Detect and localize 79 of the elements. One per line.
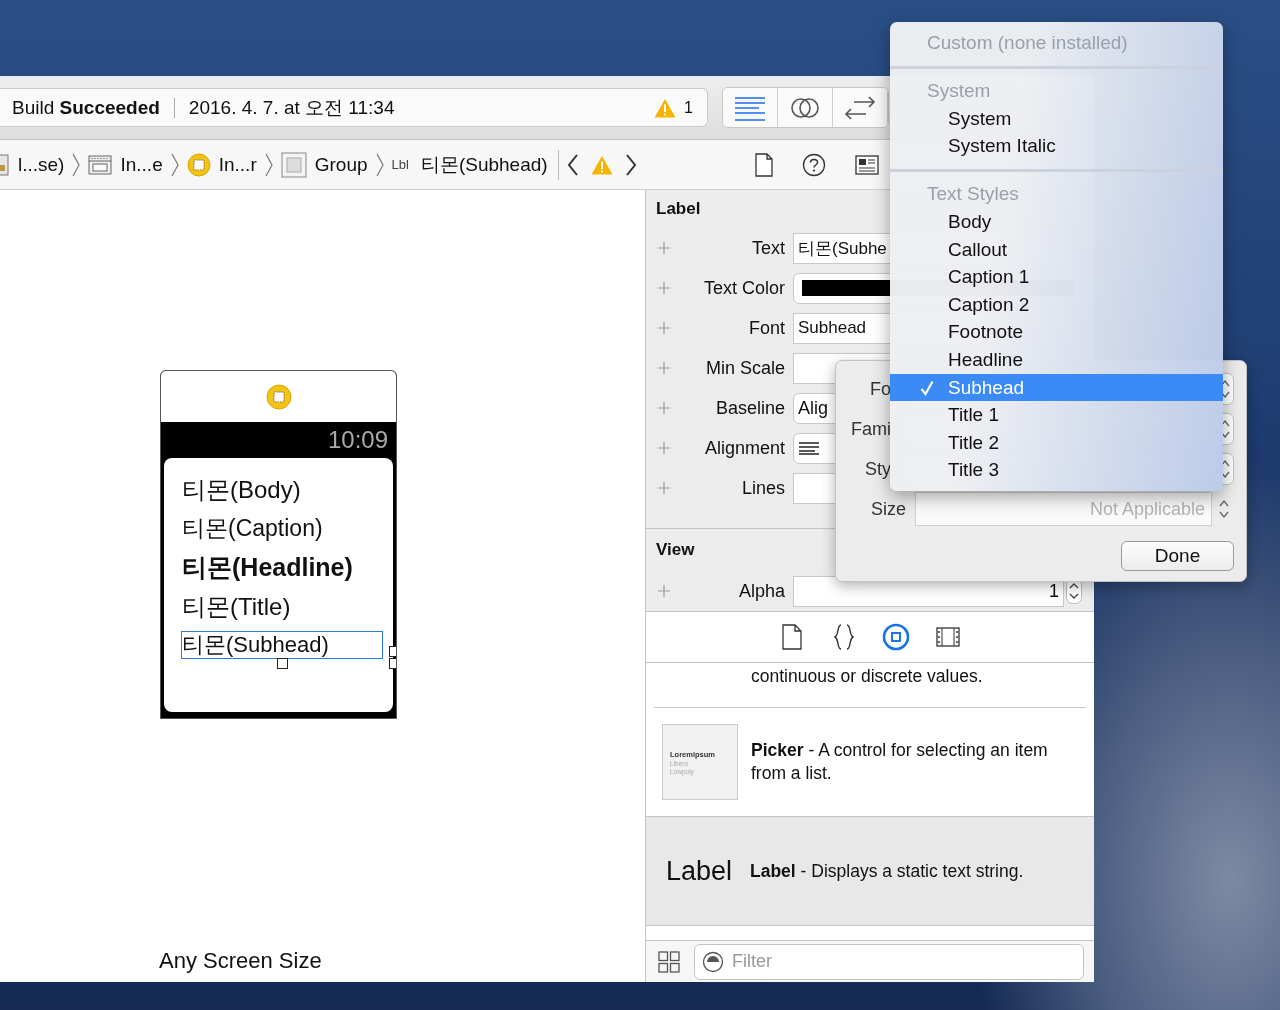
build-status: Build Succeeded xyxy=(12,96,160,119)
watch-label[interactable]: 티몬(Subhead) xyxy=(181,631,383,659)
done-button[interactable]: Done xyxy=(1121,541,1234,571)
group-icon xyxy=(280,151,307,178)
field-label: Baseline xyxy=(714,397,785,419)
menu-header: System xyxy=(927,80,991,102)
breadcrumb-item[interactable]: Group xyxy=(314,153,368,176)
chevron-icon xyxy=(374,151,385,178)
document-icon xyxy=(0,152,10,177)
file-icon[interactable] xyxy=(755,152,773,177)
field-label: Font xyxy=(747,317,785,339)
item-description: continuous or discrete values. xyxy=(751,665,984,688)
braces-icon xyxy=(834,624,854,650)
chevron-icon xyxy=(263,151,274,178)
menu-item[interactable]: Callout xyxy=(890,235,1223,264)
section-title: Label xyxy=(656,199,701,219)
watch-label[interactable]: 티몬(Caption) xyxy=(181,509,383,548)
menu-item[interactable]: Footnote xyxy=(890,318,1223,347)
controller-icon xyxy=(186,152,211,177)
resize-handle[interactable] xyxy=(277,658,288,669)
file-icon xyxy=(782,624,802,650)
menu-item[interactable]: Caption 2 xyxy=(890,290,1223,319)
item-description: Picker - A control for selecting an item from a list. xyxy=(751,739,1049,785)
menu-header: Custom (none installed) xyxy=(927,32,1128,54)
warning-count: 1 xyxy=(684,98,693,117)
menu-item[interactable]: System Italic xyxy=(890,132,1223,161)
menu-item[interactable]: System xyxy=(890,105,1223,133)
breadcrumb-item[interactable]: In...r xyxy=(218,153,257,176)
field-label: Text Color xyxy=(702,277,785,299)
field-label: Text xyxy=(751,237,785,259)
size-class-label: Any Screen Size xyxy=(159,948,323,974)
arrows-icon xyxy=(844,94,876,121)
align-left-icon xyxy=(798,441,820,455)
menu-header: Text Styles xyxy=(927,183,1019,206)
menu-item[interactable]: Title 3 xyxy=(890,456,1223,485)
menu-item[interactable]: Headline xyxy=(890,346,1223,374)
warning-icon xyxy=(590,154,613,175)
library-item[interactable]: Label Label - Displays a static text string. xyxy=(646,816,1094,926)
editor-mode-button[interactable] xyxy=(723,88,778,127)
chevron-left-icon[interactable] xyxy=(566,152,579,177)
menu-item[interactable]: Caption 1 xyxy=(890,263,1223,291)
attributes-icon[interactable] xyxy=(855,154,879,175)
field-label: Alpha xyxy=(737,580,785,602)
checkmark-icon xyxy=(920,379,934,396)
section-title: View xyxy=(656,540,695,560)
watch-label[interactable]: 티몬(Body) xyxy=(181,470,383,509)
build-timestamp: 2016. 4. 7. at 오전 11:34 xyxy=(188,95,395,120)
field-label: Alignment xyxy=(703,437,785,459)
field-label: Sty xyxy=(864,458,891,480)
window-icon xyxy=(88,153,113,176)
chevron-icon xyxy=(71,151,82,178)
label-tag: Lbl xyxy=(391,157,409,172)
chevron-right-icon[interactable] xyxy=(624,152,637,177)
breadcrumb-item[interactable]: In...e xyxy=(120,153,163,176)
label-preview: Label xyxy=(666,855,732,887)
help-icon[interactable] xyxy=(802,152,826,177)
controller-icon xyxy=(265,383,292,410)
field-label: Size xyxy=(870,498,906,520)
filter-field[interactable]: Filter xyxy=(694,943,1084,980)
field-label: Fami xyxy=(850,418,891,440)
menu-item[interactable]: Body xyxy=(890,208,1223,236)
breadcrumb-item[interactable]: l...se) xyxy=(18,153,65,176)
film-strip-icon xyxy=(936,627,960,647)
size-field[interactable]: Not Applicable xyxy=(915,492,1212,526)
menu-item[interactable]: Title 2 xyxy=(890,428,1223,457)
menu-item[interactable]: Title 1 xyxy=(890,401,1223,429)
filter-icon xyxy=(702,950,724,973)
breadcrumb-item[interactable]: 티몬(Subhead) xyxy=(420,151,548,178)
grid-icon[interactable] xyxy=(658,950,680,973)
field-label: Min Scale xyxy=(704,357,785,379)
lines-icon xyxy=(734,94,766,121)
watch-label[interactable]: 티몬(Headline) xyxy=(181,548,383,587)
item-description: Label - Displays a static text string. xyxy=(750,859,1025,883)
chevron-icon xyxy=(169,151,180,178)
watch-time: 10:09 xyxy=(327,426,388,454)
watch-label[interactable]: 티몬(Title) xyxy=(181,587,383,626)
warning-icon xyxy=(654,97,677,118)
field-label: Fo xyxy=(869,378,891,400)
field-label: Lines xyxy=(740,477,785,499)
